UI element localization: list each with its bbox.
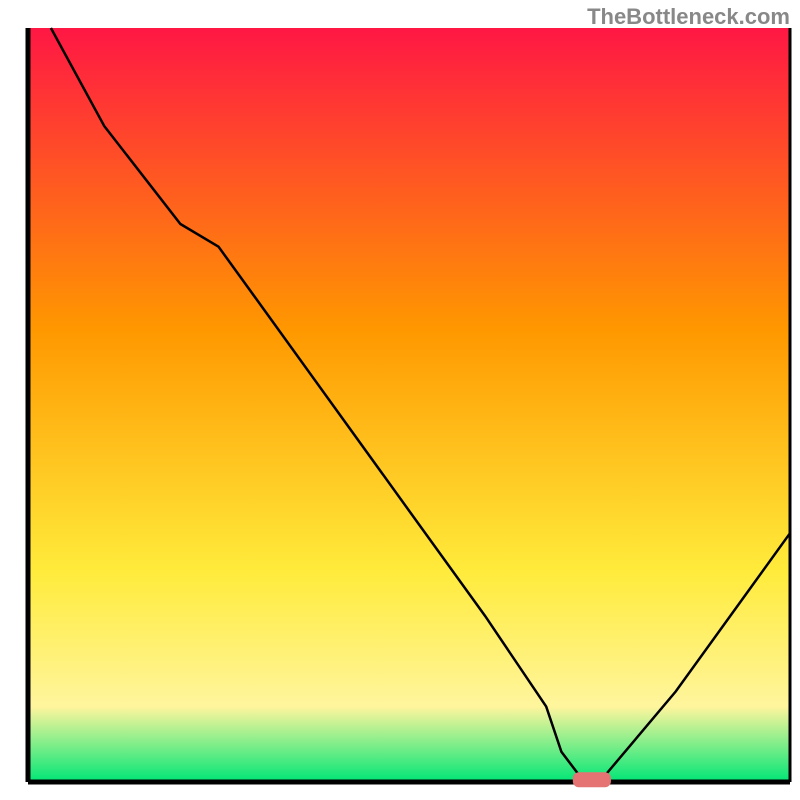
watermark-text: TheBottleneck.com xyxy=(587,4,790,30)
optimum-marker xyxy=(573,772,611,787)
plot-background xyxy=(28,28,790,782)
chart-svg xyxy=(0,0,800,800)
chart-container: TheBottleneck.com xyxy=(0,0,800,800)
